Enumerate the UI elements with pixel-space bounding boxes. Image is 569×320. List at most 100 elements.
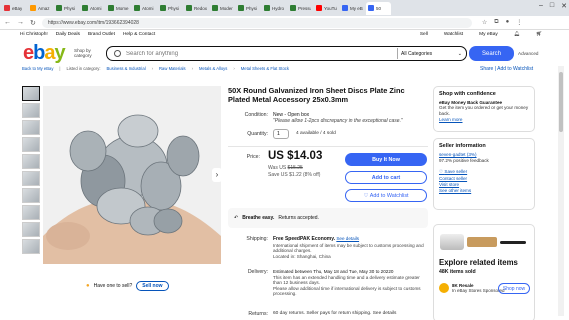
gallery-thumbnail[interactable] (22, 222, 40, 237)
breadcrumb-item[interactable]: Metals & Alloys (199, 66, 227, 71)
breadcrumb-back[interactable]: Back to My eBay (22, 66, 53, 71)
gallery-thumbnail[interactable] (22, 154, 40, 169)
browser-tab[interactable]: YouTub (314, 2, 339, 15)
gallery-thumbnail[interactable] (22, 120, 40, 135)
bell-icon[interactable]: 🔔︎ (514, 32, 520, 40)
extensions-icon[interactable]: ⧉ (494, 19, 498, 26)
address-bar: ← → ↻ https://www.ebay.com/itm/193662394… (0, 16, 569, 30)
top-links: Hi Christoph! Daily Deals Brand Outlet H… (20, 32, 550, 40)
tab-favicon-icon (56, 5, 62, 11)
breadcrumb-item[interactable]: Raw Materials (159, 66, 186, 71)
visit-store-link[interactable]: Visit store (439, 182, 529, 187)
gallery-thumbnail[interactable] (22, 171, 40, 186)
gallery-thumbnail[interactable] (22, 188, 40, 203)
buy-it-now-button[interactable]: Buy It Now (345, 153, 427, 166)
tab-label: Physi (168, 5, 180, 11)
shop-by-category-button[interactable]: Shop by category (74, 48, 98, 58)
tab-label: Hydro (272, 5, 285, 11)
was-amount: $15.25 (287, 165, 303, 171)
add-to-watchlist-button[interactable]: ♡ Add to Watchlist (345, 189, 427, 202)
browser-tab[interactable]: Hydro (262, 2, 287, 15)
browser-tab[interactable]: 50 (366, 1, 391, 15)
browser-tab[interactable]: Atomi (80, 2, 105, 15)
help-link[interactable]: Help & Contact (123, 32, 155, 40)
brand-outlet-link[interactable]: Brand Outlet (88, 32, 115, 40)
browser-tab[interactable]: My eBa (340, 2, 365, 15)
breadcrumb-item[interactable]: Metal Sheets & Flat Stock (241, 66, 289, 71)
chevron-right-icon[interactable]: › (212, 168, 222, 182)
breadcrumb-item[interactable]: Business & Industrial (107, 66, 146, 71)
returns-value: 60 day returns. Seller pays for return s… (273, 311, 397, 316)
cart-icon[interactable]: 🛒︎ (536, 32, 542, 40)
category-select[interactable]: All Categories ⌄ (397, 48, 465, 59)
contact-seller-link[interactable]: Contact seller (439, 176, 529, 181)
sell-now-button[interactable]: Sell now (136, 281, 169, 291)
menu-icon[interactable]: ⋮ (516, 19, 522, 26)
share-watchlist-links[interactable]: Share | Add to Watchlist (480, 66, 533, 72)
confidence-title: Shop with confidence (439, 91, 496, 97)
seller-name-link[interactable]: seven-gadtet (3%) (439, 152, 529, 157)
star-icon[interactable]: ☆ (482, 19, 487, 26)
browser-tab-strip: eBay Amaz Physi Atomi Mome Atomi Physi Redox Mod… (0, 0, 569, 16)
main-product-image[interactable] (43, 86, 221, 264)
category-select-value: All Categories (401, 50, 433, 57)
shop-now-button[interactable]: Shop now (498, 283, 530, 294)
browser-tab[interactable]: Atomi (132, 2, 157, 15)
advanced-search-link[interactable]: Advanced (518, 51, 538, 56)
watch-button-label: Add to Watchlist (369, 192, 409, 199)
back-icon[interactable]: ← (4, 19, 11, 26)
breadcrumb-sep: › (191, 66, 193, 71)
sponsored-ad-panel[interactable]: Explore related items 48K items sold 8K … (433, 224, 535, 320)
gallery-thumbnail[interactable] (22, 137, 40, 152)
product-photo (43, 86, 221, 264)
save-seller-link[interactable]: ♡ Save seller (439, 169, 529, 175)
my-ebay-link[interactable]: My eBay (479, 32, 498, 40)
daily-deals-link[interactable]: Daily Deals (56, 32, 80, 40)
browser-tab[interactable]: Moder (210, 2, 235, 15)
browser-tab[interactable]: Mome (106, 2, 131, 15)
scrollbar-thumb[interactable] (559, 72, 563, 132)
gallery-thumbnail[interactable] (22, 205, 40, 220)
reload-icon[interactable]: ↻ (30, 19, 36, 27)
add-to-cart-button[interactable]: Add to cart (345, 171, 427, 184)
url-field[interactable]: https://www.ebay.com/itm/193662394028 (41, 17, 472, 28)
gallery-thumbnail[interactable] (22, 239, 40, 254)
page-scrollbar[interactable] (558, 66, 564, 316)
tab-label: Redox (194, 5, 207, 11)
greeting[interactable]: Hi Christoph! (20, 32, 48, 40)
gallery-thumbnail[interactable] (22, 86, 40, 101)
returns-banner-text: Returns accepted. (278, 215, 319, 221)
browser-tab[interactable]: Amaz (28, 2, 53, 15)
browser-tab[interactable]: Physi (54, 2, 79, 15)
browser-tab[interactable]: Redox (184, 2, 209, 15)
learn-more-link[interactable]: Learn more (439, 117, 529, 122)
quantity-label: Quantity: (247, 131, 268, 137)
shipping-details-link[interactable]: See details (336, 236, 359, 241)
browser-tab[interactable]: Physi (158, 2, 183, 15)
tab-favicon-icon (238, 5, 244, 11)
quantity-input[interactable]: 1 (273, 129, 289, 139)
tab-label: Pressu (298, 5, 311, 11)
search-button[interactable]: Search (469, 46, 514, 61)
save-amount: Save US $1.22 (8% off) (268, 172, 321, 178)
browser-tab[interactable]: Pressu (288, 2, 313, 15)
browser-tab[interactable]: Physi (236, 2, 261, 15)
other-items-link[interactable]: See other items (439, 188, 529, 193)
ad-subtitle: 48K items sold (439, 269, 476, 275)
breadcrumb: Back to My eBay | Listed in category: Bu… (22, 66, 289, 71)
guarantee-text: Get the item you ordered or get your mon… (439, 105, 529, 116)
delivery-value: Estimated between Thu, May 18 and Tue, M… (273, 269, 429, 297)
profile-icon[interactable]: ● (506, 19, 510, 26)
ebay-logo[interactable]: ebay (23, 42, 66, 65)
gallery-thumbnail[interactable] (22, 103, 40, 118)
minimize-icon[interactable]: – (539, 2, 543, 10)
close-icon[interactable]: ✕ (561, 2, 567, 10)
returns-banner: ↶ Breathe easy. Returns accepted. (228, 208, 428, 228)
browser-tab[interactable]: eBay (2, 2, 27, 15)
delivery-label: Delivery: (247, 269, 268, 275)
maximize-icon[interactable]: □ (550, 2, 554, 10)
watchlist-link[interactable]: Watchlist (444, 32, 463, 40)
forward-icon[interactable]: → (17, 19, 24, 26)
search-input[interactable] (126, 50, 386, 57)
sell-link[interactable]: Sell (420, 32, 428, 40)
